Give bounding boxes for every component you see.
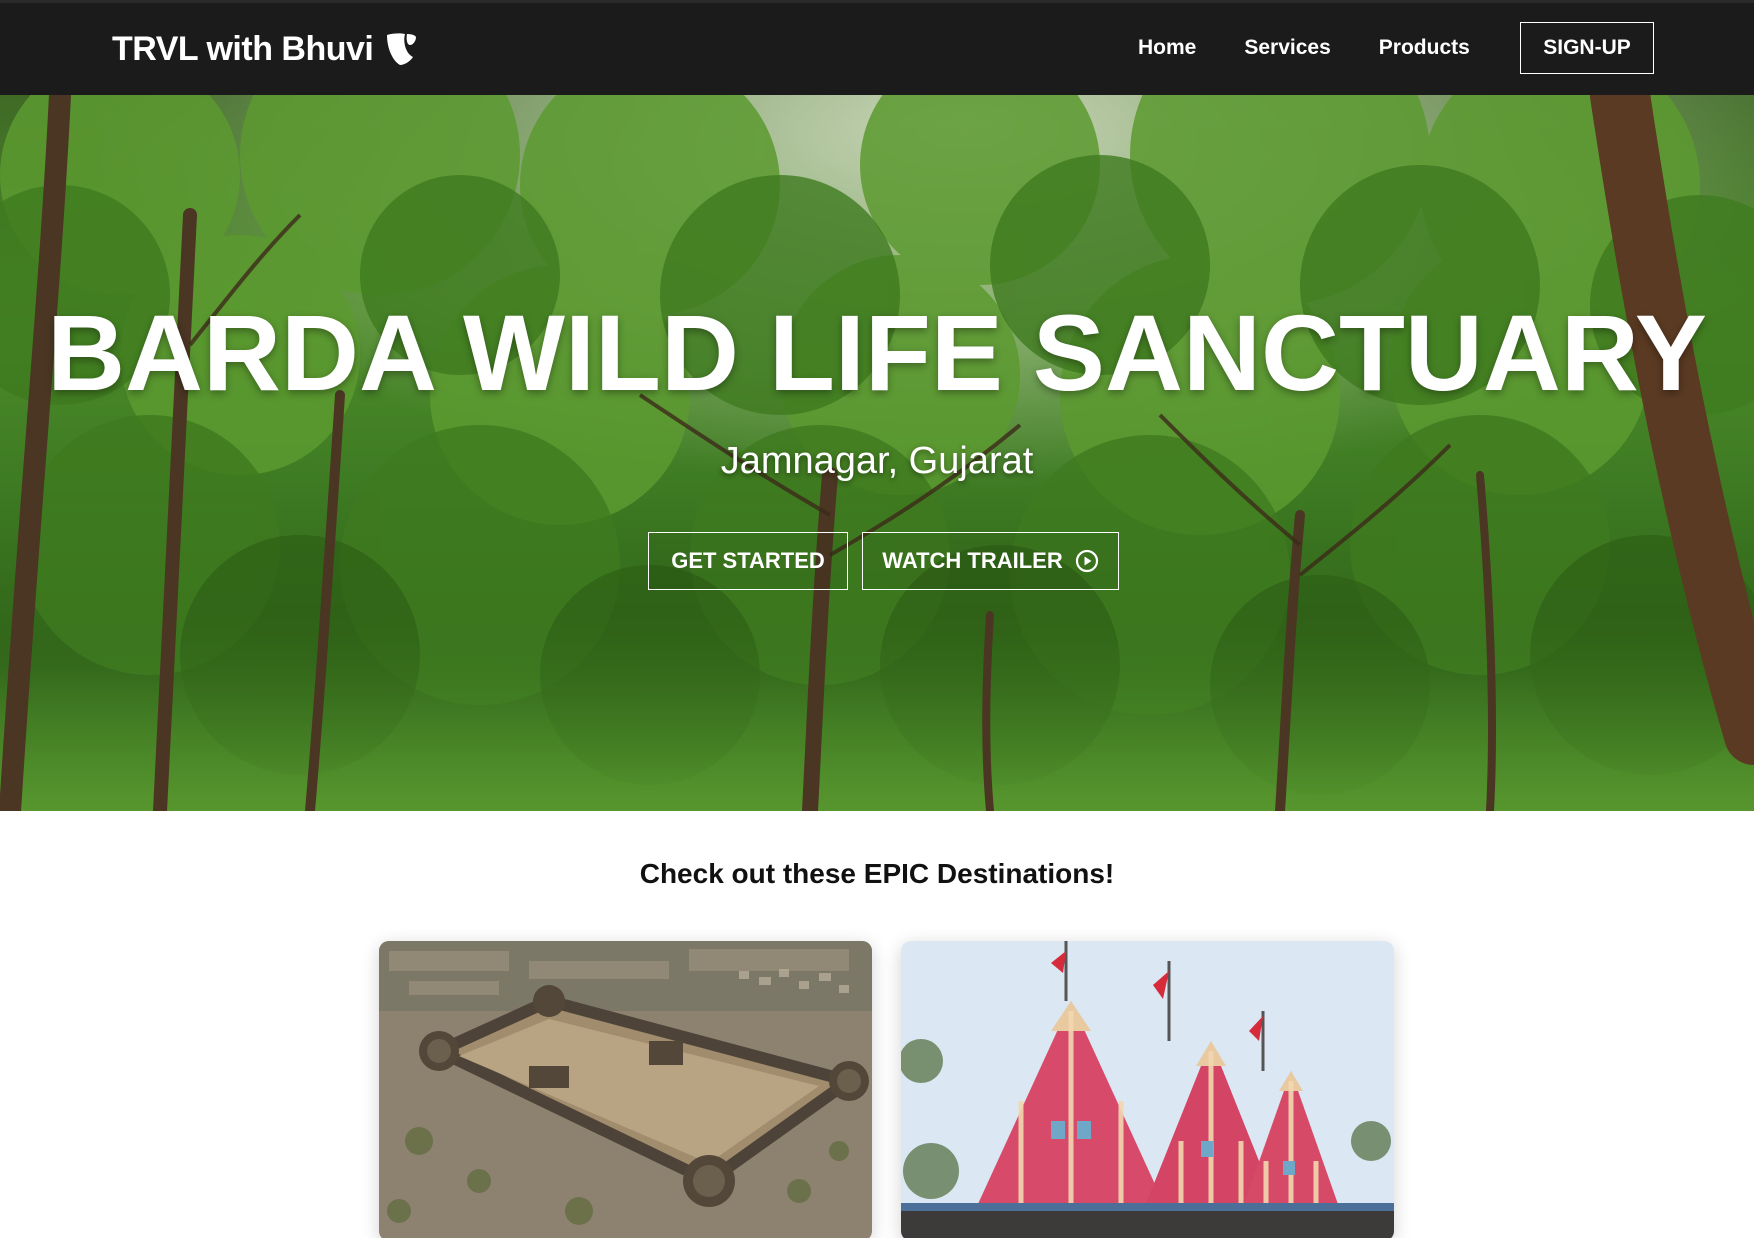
temple-image (901, 941, 1394, 1238)
watch-trailer-label: WATCH TRAILER (882, 548, 1063, 573)
typo3-logo-icon (387, 33, 417, 65)
hero-subtitle: Jamnagar, Gujarat (720, 440, 1034, 482)
hero-section: BARDA WILD LIFE SANCTUARY Jamnagar, Guja… (0, 95, 1754, 811)
get-started-label: GET STARTED (671, 548, 825, 573)
watch-trailer-button[interactable]: WATCH TRAILER (862, 532, 1119, 590)
destination-card-temple[interactable] (901, 941, 1394, 1238)
brand-text[interactable]: TRVL with Bhuvi (112, 30, 374, 69)
fort-image (379, 941, 872, 1238)
destinations-heading: Check out these EPIC Destinations! (639, 858, 1115, 889)
nav-links: Home Services Products (1138, 30, 1470, 66)
signup-button[interactable]: SIGN-UP (1520, 22, 1654, 74)
play-circle-icon (1075, 549, 1098, 573)
hero-buttons: GET STARTED WATCH TRAILER (648, 532, 1119, 590)
hero-title: BARDA WILD LIFE SANCTUARY (47, 292, 1707, 413)
brand-logo[interactable]: TRVL with Bhuvi (112, 28, 417, 70)
nav-products-link[interactable]: Products (1379, 30, 1470, 66)
navbar: TRVL with Bhuvi Home Services Products S… (0, 0, 1754, 95)
nav-services-link[interactable]: Services (1244, 30, 1330, 66)
nav-home-link[interactable]: Home (1138, 30, 1196, 66)
get-started-button[interactable]: GET STARTED (648, 532, 848, 590)
destination-card-fort[interactable] (379, 941, 872, 1238)
